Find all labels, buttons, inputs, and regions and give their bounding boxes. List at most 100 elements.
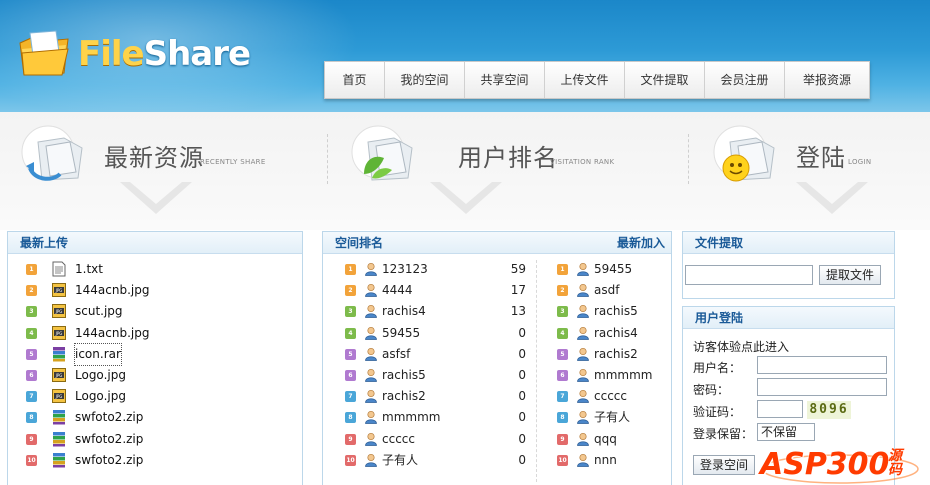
extract-file-button[interactable]: 提取文件 [819, 265, 881, 285]
file-list-item[interactable]: 5 icon.rar [8, 342, 298, 366]
rank-number-badge: 8 [26, 412, 37, 424]
newest-member-name[interactable]: 59455 [594, 259, 632, 280]
svg-text:JPG: JPG [55, 373, 63, 378]
rank-number-badge: 1 [557, 264, 568, 275]
captcha-image[interactable]: 8096 [807, 401, 851, 419]
user-icon [364, 432, 378, 446]
newest-member-name[interactable]: ccccc [594, 386, 627, 407]
file-list-item[interactable]: 9 swfoto2.zip [8, 429, 298, 450]
newest-member-row[interactable]: 3 rachis5 [539, 301, 669, 322]
file-name[interactable]: 144acnb.jpg [75, 323, 149, 344]
nav-home[interactable]: 首页 [325, 62, 385, 98]
ranking-user-name[interactable]: 子有人 [382, 450, 418, 471]
file-name[interactable]: 144acnb.jpg [75, 280, 149, 301]
guest-entry-link[interactable]: 访客体验点此进入 [693, 338, 789, 355]
ranking-user-name[interactable]: rachis4 [382, 301, 426, 322]
file-name[interactable]: Logo.jpg [75, 365, 126, 386]
ranking-row[interactable]: 1 123123 59 [323, 259, 533, 280]
ranking-user-name[interactable]: 59455 [382, 323, 420, 344]
ranking-row[interactable]: 9 ccccc 0 [323, 429, 533, 450]
ranking-user-name[interactable]: 123123 [382, 259, 428, 280]
remember-select[interactable]: 不保留 [757, 423, 815, 441]
nav-shared-space[interactable]: 共享空间 [465, 62, 545, 98]
extract-code-input[interactable] [685, 265, 813, 285]
newest-member-name[interactable]: qqq [594, 429, 617, 450]
user-icon [364, 262, 378, 276]
file-list-item[interactable]: 3 JPG scut.jpg [8, 301, 298, 322]
image-file-icon: JPG [52, 325, 66, 341]
newest-members-link[interactable]: 最新加入 [617, 232, 665, 254]
file-list-item[interactable]: 10 swfoto2.zip [8, 450, 298, 471]
newest-member-row[interactable]: 8 子有人 [539, 407, 669, 428]
file-list-item[interactable]: 8 swfoto2.zip [8, 407, 298, 428]
ranking-row[interactable]: 2 4444 17 [323, 280, 533, 301]
password-field[interactable] [757, 378, 887, 396]
file-name[interactable]: swfoto2.zip [75, 450, 143, 471]
username-field[interactable] [757, 356, 887, 374]
login-submit-button[interactable]: 登录空间 [693, 455, 755, 475]
rank-number-badge: 8 [345, 412, 356, 424]
ranking-user-name[interactable]: ccccc [382, 429, 415, 450]
newest-member-name[interactable]: rachis2 [594, 344, 638, 365]
newest-member-row[interactable]: 4 rachis4 [539, 323, 669, 344]
rank-number-badge: 2 [345, 285, 356, 297]
user-icon [364, 453, 378, 467]
newest-member-row[interactable]: 2 asdf [539, 280, 669, 301]
file-extract-header: 文件提取 [683, 232, 894, 254]
ranking-row[interactable]: 10 子有人 0 [323, 450, 533, 471]
newest-member-row[interactable]: 1 59455 [539, 259, 669, 280]
zip-file-icon [52, 431, 66, 447]
ranking-row[interactable]: 3 rachis4 13 [323, 301, 533, 322]
newest-member-name[interactable]: rachis4 [594, 323, 638, 344]
ranking-row[interactable]: 4 59455 0 [323, 323, 533, 344]
section-banner: 最新资源 RECENTLY SHARE 用户排名 VISITATION RANK [0, 112, 930, 230]
nav-extract[interactable]: 文件提取 [625, 62, 705, 98]
newest-member-name[interactable]: rachis5 [594, 301, 638, 322]
newest-member-row[interactable]: 7 ccccc [539, 386, 669, 407]
file-list-item[interactable]: 2 JPG 144acnb.jpg [8, 280, 298, 301]
nav-register[interactable]: 会员注册 [705, 62, 785, 98]
ranking-user-name[interactable]: asfsf [382, 344, 410, 365]
file-list-item[interactable]: 4 JPG 144acnb.jpg [8, 323, 298, 344]
file-list-item[interactable]: 7 JPG Logo.jpg [8, 386, 298, 407]
rank-number-badge: 1 [345, 264, 356, 275]
nav-report[interactable]: 举报资源 [785, 62, 869, 98]
rank-number-badge: 5 [345, 348, 356, 360]
ranking-user-name[interactable]: mmmmm [382, 407, 440, 428]
ranking-row[interactable]: 6 rachis5 0 [323, 365, 533, 386]
nav-my-space[interactable]: 我的空间 [385, 62, 465, 98]
ranking-user-name[interactable]: rachis2 [382, 386, 426, 407]
file-name[interactable]: 1.txt [75, 259, 103, 280]
newest-member-name[interactable]: asdf [594, 280, 619, 301]
file-name[interactable]: Logo.jpg [75, 386, 126, 407]
file-name[interactable]: scut.jpg [75, 301, 123, 322]
file-list-item[interactable]: 6 JPG Logo.jpg [8, 365, 298, 386]
newest-member-row[interactable]: 6 mmmmm [539, 365, 669, 386]
password-label: 密码： [693, 383, 730, 397]
newest-member-row[interactable]: 10 nnn [539, 450, 669, 471]
newest-member-name[interactable]: nnn [594, 450, 617, 471]
folder-smiley-icon [712, 124, 782, 186]
image-file-icon: JPG [52, 388, 66, 404]
ranking-user-name[interactable]: 4444 [382, 280, 413, 301]
newest-member-row[interactable]: 5 rachis2 [539, 344, 669, 365]
file-name[interactable]: swfoto2.zip [75, 429, 143, 450]
file-name[interactable]: icon.rar [74, 342, 122, 366]
ranking-row[interactable]: 8 mmmmm 0 [323, 407, 533, 428]
file-list-item[interactable]: 1 1.txt [8, 259, 298, 280]
newest-member-row[interactable]: 9 qqq [539, 429, 669, 450]
captcha-field[interactable] [757, 400, 803, 418]
file-name[interactable]: swfoto2.zip [75, 407, 143, 428]
ranking-row[interactable]: 5 asfsf 0 [323, 344, 533, 365]
ranking-row[interactable]: 7 rachis2 0 [323, 386, 533, 407]
site-logo[interactable]: FileShare [16, 26, 251, 82]
ranking-score: 0 [518, 410, 526, 425]
user-icon [576, 326, 590, 340]
nav-upload[interactable]: 上传文件 [545, 62, 625, 98]
ranking-header: 空间排名 最新加入 [323, 232, 671, 254]
ranking-score: 59 [510, 262, 526, 276]
ranking-user-name[interactable]: rachis5 [382, 365, 426, 386]
newest-member-name[interactable]: 子有人 [594, 407, 630, 428]
newest-member-name[interactable]: mmmmm [594, 365, 652, 386]
svg-text:JPG: JPG [55, 331, 63, 336]
